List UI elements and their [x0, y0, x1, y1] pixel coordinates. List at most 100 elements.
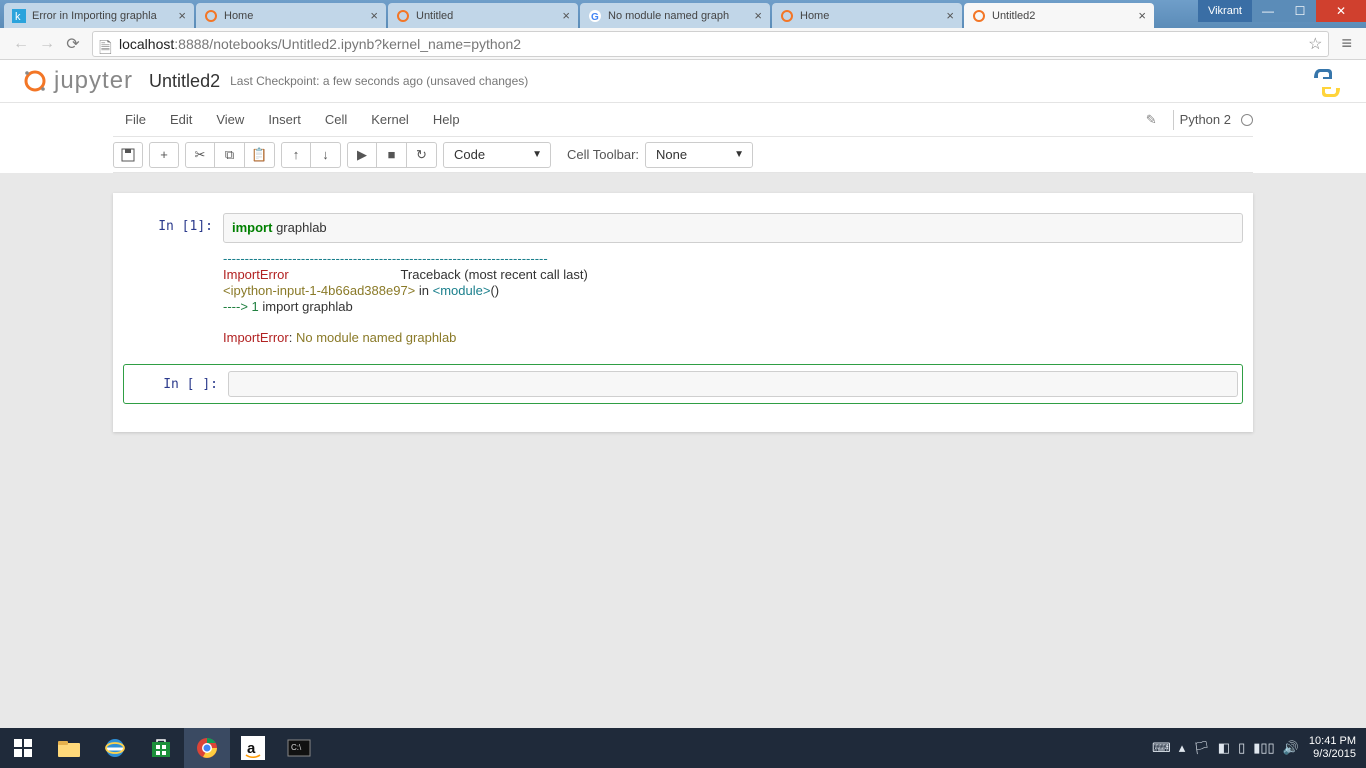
wifi-icon[interactable]: ▮▯▯: [1253, 740, 1274, 756]
cell-toolbar-label: Cell Toolbar:: [567, 147, 639, 162]
close-icon[interactable]: ×: [946, 8, 954, 23]
jupyter-word: jupyter: [54, 67, 133, 95]
browser-tab-active[interactable]: Untitled2 ×: [964, 3, 1154, 28]
menubar: File Edit View Insert Cell Kernel Help ✎…: [113, 103, 1253, 137]
cut-button[interactable]: ✂: [185, 142, 215, 168]
browser-tab[interactable]: G No module named graph ×: [580, 3, 770, 28]
clock-time: 10:41 PM: [1309, 735, 1356, 748]
tab-title: Home: [224, 10, 366, 22]
notebook-scroll[interactable]: In [1]: import graphlab ----------------…: [0, 173, 1366, 472]
favicon-jupyter: [396, 9, 410, 23]
minimize-button[interactable]: —: [1252, 0, 1284, 22]
menu-insert[interactable]: Insert: [256, 112, 313, 127]
code-input[interactable]: [228, 371, 1238, 397]
menu-view[interactable]: View: [204, 112, 256, 127]
ie-icon[interactable]: [92, 728, 138, 768]
add-cell-button[interactable]: +: [149, 142, 179, 168]
menu-kernel[interactable]: Kernel: [359, 112, 421, 127]
svg-text:G: G: [591, 12, 599, 23]
clock-date: 9/3/2015: [1309, 748, 1356, 761]
security-icon[interactable]: ◧: [1218, 740, 1230, 756]
browser-tab[interactable]: Home ×: [196, 3, 386, 28]
tab-title: Error in Importing graphla: [32, 10, 174, 22]
input-prompt: In [1]:: [123, 213, 223, 352]
cell-type-select[interactable]: Code ▼: [443, 142, 551, 168]
chrome-toolbar: ← → ⟳ 🗎 localhost:8888/notebooks/Untitle…: [0, 28, 1366, 60]
python-logo-icon: [1310, 66, 1344, 105]
volume-icon[interactable]: 🔊: [1283, 740, 1299, 756]
move-up-button[interactable]: ↑: [281, 142, 311, 168]
cell-toolbar-select[interactable]: None ▼: [645, 142, 753, 168]
code-input[interactable]: import graphlab: [223, 213, 1243, 243]
output-area: ----------------------------------------…: [223, 243, 1243, 352]
close-icon[interactable]: ×: [1138, 8, 1146, 23]
close-icon[interactable]: ×: [754, 8, 762, 23]
flag-icon[interactable]: 🏳: [1193, 740, 1210, 756]
reload-button[interactable]: ⟳: [60, 31, 86, 57]
svg-text:C:\: C:\: [291, 743, 302, 752]
tab-strip: k Error in Importing graphla × Home × Un…: [0, 0, 1198, 28]
move-down-button[interactable]: ↓: [311, 142, 341, 168]
store-icon[interactable]: [138, 728, 184, 768]
window-close-button[interactable]: ✕: [1316, 0, 1366, 22]
keyboard-icon[interactable]: ⌨: [1152, 740, 1171, 756]
bookmark-icon[interactable]: ☆: [1308, 34, 1322, 54]
menu-cell[interactable]: Cell: [313, 112, 359, 127]
windows-taskbar: a C:\ ⌨ ▴ 🏳 ◧ ▯ ▮▯▯ 🔊 10:41 PM 9/3/2015: [0, 728, 1366, 768]
tray-up-icon[interactable]: ▴: [1179, 740, 1186, 756]
cmd-icon[interactable]: C:\: [276, 728, 322, 768]
browser-tab[interactable]: Home ×: [772, 3, 962, 28]
notebook-page: jupyter Untitled2 Last Checkpoint: a few…: [0, 60, 1366, 173]
tab-title: Home: [800, 10, 942, 22]
divider: [1173, 110, 1174, 130]
code-cell[interactable]: In [1]: import graphlab ----------------…: [123, 211, 1243, 354]
menu-file[interactable]: File: [113, 112, 158, 127]
kernel-name: Python 2: [1180, 112, 1237, 127]
svg-text:a: a: [247, 740, 256, 757]
jupyter-mark-icon: [22, 68, 48, 94]
kernel-indicator-icon: [1241, 114, 1253, 126]
tab-title: No module named graph: [608, 10, 750, 22]
menu-edit[interactable]: Edit: [158, 112, 204, 127]
close-icon[interactable]: ×: [562, 8, 570, 23]
chevron-down-icon: ▼: [734, 149, 744, 160]
cell-type-value: Code: [454, 147, 485, 162]
page-icon: 🗎: [99, 37, 113, 51]
copy-button[interactable]: ⧉: [215, 142, 245, 168]
stop-button[interactable]: ■: [377, 142, 407, 168]
restart-button[interactable]: ↻: [407, 142, 437, 168]
clock[interactable]: 10:41 PM 9/3/2015: [1309, 735, 1356, 761]
notebook-paper: In [1]: import graphlab ----------------…: [113, 193, 1253, 432]
paste-button[interactable]: 📋: [245, 142, 275, 168]
window-buttons: Vikrant — ☐ ✕: [1198, 0, 1366, 22]
run-button[interactable]: ▶: [347, 142, 377, 168]
svg-text:k: k: [15, 11, 21, 23]
save-button[interactable]: [113, 142, 143, 168]
chrome-titlebar: k Error in Importing graphla × Home × Un…: [0, 0, 1366, 28]
amazon-icon[interactable]: a: [230, 728, 276, 768]
jupyter-logo[interactable]: jupyter: [22, 67, 133, 95]
back-button[interactable]: ←: [8, 31, 34, 57]
close-icon[interactable]: ×: [370, 8, 378, 23]
address-bar[interactable]: 🗎 localhost:8888/notebooks/Untitled2.ipy…: [92, 31, 1329, 57]
chrome-menu-icon[interactable]: ≡: [1335, 33, 1358, 54]
cell-toolbar-value: None: [656, 147, 687, 162]
start-button[interactable]: [0, 728, 46, 768]
maximize-button[interactable]: ☐: [1284, 0, 1316, 22]
notebook-title[interactable]: Untitled2: [149, 71, 220, 92]
close-icon[interactable]: ×: [178, 8, 186, 23]
user-chip[interactable]: Vikrant: [1198, 0, 1252, 22]
file-explorer-icon[interactable]: [46, 728, 92, 768]
menu-help[interactable]: Help: [421, 112, 472, 127]
url-text: localhost:8888/notebooks/Untitled2.ipynb…: [119, 36, 521, 52]
favicon-jupyter: [972, 9, 986, 23]
battery-icon[interactable]: ▯: [1238, 740, 1245, 756]
chrome-icon[interactable]: [184, 728, 230, 768]
forward-button[interactable]: →: [34, 31, 60, 57]
tab-title: Untitled2: [992, 10, 1134, 22]
edit-icon[interactable]: ✎: [1146, 112, 1167, 128]
notebook-header: jupyter Untitled2 Last Checkpoint: a few…: [0, 60, 1366, 102]
browser-tab[interactable]: k Error in Importing graphla ×: [4, 3, 194, 28]
browser-tab[interactable]: Untitled ×: [388, 3, 578, 28]
code-cell-selected[interactable]: In [ ]:: [123, 364, 1243, 404]
